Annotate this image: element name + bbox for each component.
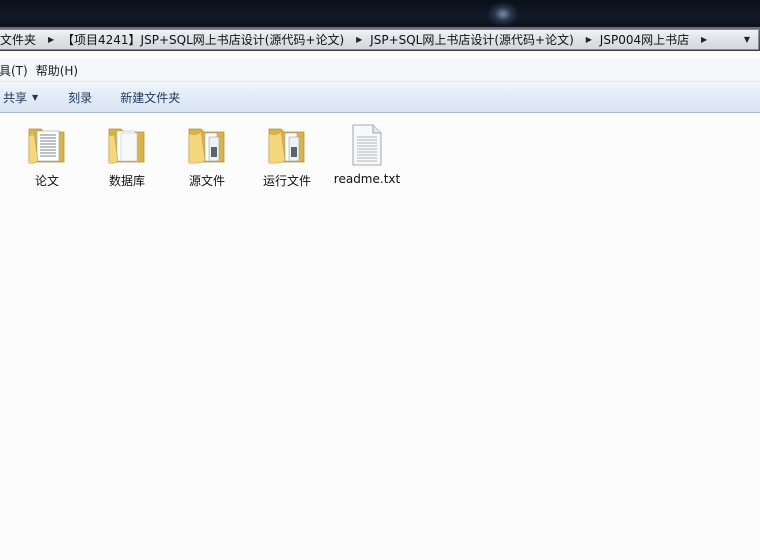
folder-files-icon xyxy=(188,128,225,164)
folder-white-icon xyxy=(108,128,145,164)
breadcrumb-label[interactable]: 【项目4241】JSP+SQL网上书店设计(源代码+论文) xyxy=(62,31,348,48)
breadcrumb-label[interactable]: JSP004网上书店 xyxy=(600,31,693,48)
folder-documents-icon xyxy=(28,128,65,164)
address-history-dropdown-icon[interactable]: ▼ xyxy=(738,30,756,49)
new-folder-button[interactable]: 新建文件夹 xyxy=(120,82,180,112)
burn-label: 刻录 xyxy=(68,90,93,105)
file-name: 运行文件 xyxy=(262,174,311,188)
address-bar-frame: 文件夹 ▶ 【项目4241】JSP+SQL网上书店设计(源代码+论文) ▶ JS… xyxy=(0,27,760,51)
file-item-source[interactable]: 源文件 xyxy=(167,121,247,189)
folder-files-icon xyxy=(268,128,305,164)
breadcrumb-item[interactable]: JSP004网上书店 ▶ xyxy=(600,30,715,49)
file-item-lunwen[interactable]: 论文 xyxy=(7,121,87,189)
address-bar[interactable]: 文件夹 ▶ 【项目4241】JSP+SQL网上书店设计(源代码+论文) ▶ JS… xyxy=(0,29,759,50)
menu-help[interactable]: 帮助(H) xyxy=(36,62,86,79)
command-bar: 共享 ▼ 刻录 新建文件夹 xyxy=(0,82,760,113)
breadcrumb-label[interactable]: 文件夹 xyxy=(0,31,40,48)
chevron-right-icon[interactable]: ▶ xyxy=(348,35,370,44)
file-name: 数据库 xyxy=(108,174,145,188)
new-folder-label: 新建文件夹 xyxy=(120,90,181,105)
titlebar-glow xyxy=(488,2,518,26)
menu-bar: 具(T) 帮助(H) xyxy=(0,59,760,82)
share-button[interactable]: 共享 ▼ xyxy=(3,82,38,112)
text-file-icon xyxy=(352,124,382,166)
breadcrumb-item[interactable]: JSP+SQL网上书店设计(源代码+论文) ▶ xyxy=(370,30,600,49)
chevron-right-icon[interactable]: ▶ xyxy=(693,35,715,44)
menu-tools[interactable]: 具(T) xyxy=(0,62,36,79)
file-name: readme.txt xyxy=(333,172,401,186)
share-label: 共享 xyxy=(3,90,28,105)
chevron-down-icon: ▼ xyxy=(32,92,39,102)
breadcrumb-item[interactable]: 文件夹 ▶ xyxy=(0,30,62,49)
file-item-readme[interactable]: readme.txt xyxy=(327,121,407,186)
window-titlebar xyxy=(0,0,760,27)
file-name: 论文 xyxy=(34,174,59,188)
breadcrumb-label[interactable]: JSP+SQL网上书店设计(源代码+论文) xyxy=(370,31,578,48)
file-item-database[interactable]: 数据库 xyxy=(87,121,167,189)
burn-button[interactable]: 刻录 xyxy=(68,82,92,112)
chevron-right-icon[interactable]: ▶ xyxy=(40,35,62,44)
file-item-run[interactable]: 运行文件 xyxy=(247,121,327,189)
file-list[interactable]: 论文 数据库 源文件 运行文件 readme.txt xyxy=(0,113,760,560)
chevron-right-icon[interactable]: ▶ xyxy=(578,35,600,44)
breadcrumb-item[interactable]: 【项目4241】JSP+SQL网上书店设计(源代码+论文) ▶ xyxy=(62,30,370,49)
file-name: 源文件 xyxy=(188,174,225,188)
